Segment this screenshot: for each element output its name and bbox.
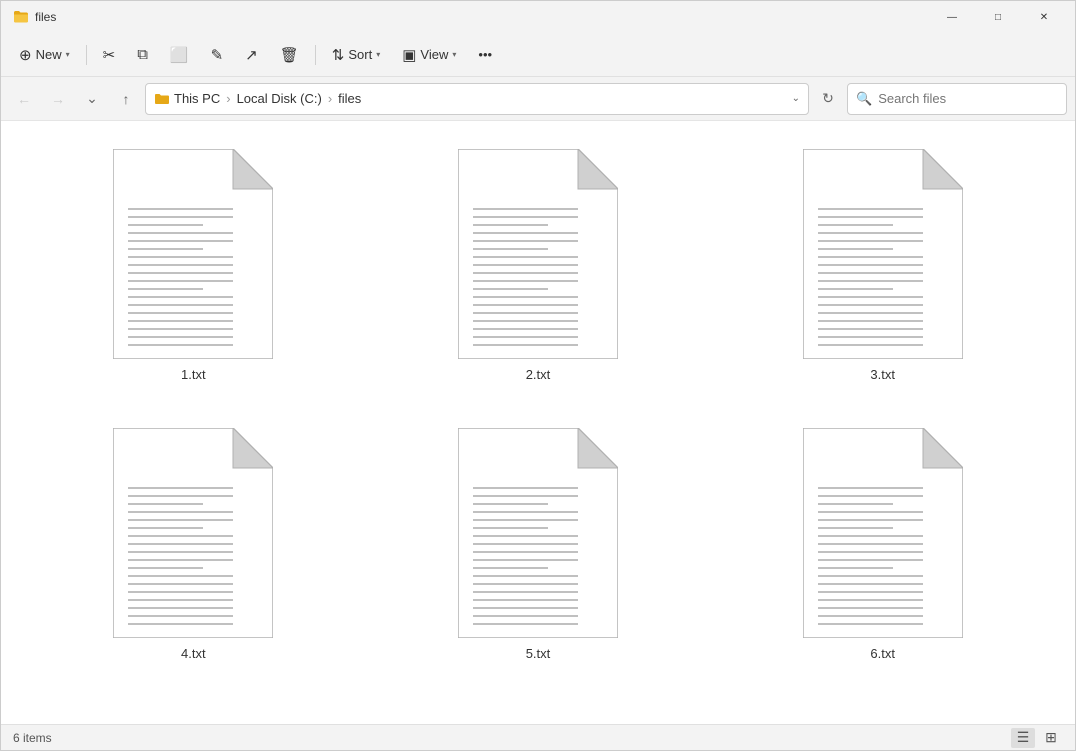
- addressbar: ← → ⌄ ↑ This PC › Local Disk (C:) › file…: [1, 77, 1075, 121]
- file-icon: [803, 149, 963, 359]
- maximize-button[interactable]: □: [975, 1, 1021, 33]
- address-box[interactable]: This PC › Local Disk (C:) › files ⌄: [145, 83, 809, 115]
- items-count: 6 items: [13, 731, 52, 745]
- paste-button[interactable]: ⬜: [160, 39, 199, 71]
- search-icon: 🔍: [856, 91, 872, 107]
- sort-chevron-icon: ▾: [376, 50, 380, 59]
- plus-icon: ⊕: [19, 46, 32, 64]
- file-label: 4.txt: [181, 646, 206, 661]
- breadcrumb-folder-icon: [154, 91, 170, 107]
- list-view-icon: ☰: [1017, 729, 1030, 746]
- file-icon: [458, 428, 618, 638]
- file-item[interactable]: 1.txt: [105, 141, 281, 390]
- breadcrumb-thispc: This PC: [174, 91, 220, 106]
- more-button[interactable]: •••: [468, 39, 502, 71]
- more-icon: •••: [478, 47, 492, 62]
- file-item[interactable]: 4.txt: [105, 420, 281, 669]
- file-item[interactable]: 6.txt: [795, 420, 971, 669]
- file-icon: [113, 149, 273, 359]
- file-label: 3.txt: [870, 367, 895, 382]
- toolbar-separator-1: [86, 45, 87, 65]
- grid-view-icon: ⊞: [1045, 729, 1057, 746]
- dropdown-button[interactable]: ⌄: [77, 84, 107, 114]
- grid-view-button[interactable]: ⊞: [1039, 728, 1063, 748]
- file-item[interactable]: 5.txt: [450, 420, 626, 669]
- window-title: files: [35, 10, 56, 24]
- address-chevron-icon: ⌄: [792, 93, 800, 104]
- titlebar-controls: — □ ✕: [929, 1, 1067, 33]
- up-button[interactable]: ↑: [111, 84, 141, 114]
- sort-label: Sort: [348, 47, 372, 62]
- copy-button[interactable]: ⧉: [127, 39, 158, 71]
- files-grid: 1.txt 2.txt 3.txt 4.txt: [31, 141, 1045, 669]
- cut-icon: ✂: [103, 46, 116, 64]
- toolbar-separator-2: [315, 45, 316, 65]
- file-icon: [113, 428, 273, 638]
- file-item[interactable]: 3.txt: [795, 141, 971, 390]
- file-icon: [458, 149, 618, 359]
- share-icon: ↗: [245, 46, 258, 64]
- share-button[interactable]: ↗: [235, 39, 268, 71]
- rename-icon: ✎: [211, 46, 224, 64]
- delete-button[interactable]: 🗑: [270, 39, 309, 71]
- titlebar-left: files: [13, 9, 56, 25]
- forward-button[interactable]: →: [43, 84, 73, 114]
- file-label: 5.txt: [526, 646, 551, 661]
- refresh-button[interactable]: ↻: [813, 84, 843, 114]
- sort-button[interactable]: ⇅ Sort ▾: [322, 39, 390, 71]
- new-button[interactable]: ⊕ New ▾: [9, 39, 80, 71]
- breadcrumb-sep-2: ›: [328, 91, 332, 106]
- breadcrumb-files: files: [338, 91, 361, 106]
- file-icon: [803, 428, 963, 638]
- delete-icon: 🗑: [280, 46, 299, 64]
- new-chevron-icon: ▾: [66, 50, 70, 59]
- file-label: 1.txt: [181, 367, 206, 382]
- breadcrumb-sep-1: ›: [226, 91, 230, 106]
- statusbar: 6 items ☰ ⊞: [1, 724, 1075, 750]
- toolbar: ⊕ New ▾ ✂ ⧉ ⬜ ✎ ↗ 🗑 ⇅ Sort ▾ ▣ View ▾ ••…: [1, 33, 1075, 77]
- new-label: New: [36, 47, 62, 62]
- copy-icon: ⧉: [137, 46, 148, 63]
- cut-button[interactable]: ✂: [93, 39, 126, 71]
- folder-icon: [13, 9, 29, 25]
- file-item[interactable]: 2.txt: [450, 141, 626, 390]
- rename-button[interactable]: ✎: [201, 39, 234, 71]
- statusbar-views: ☰ ⊞: [1011, 728, 1063, 748]
- search-input[interactable]: [878, 91, 1058, 106]
- view-chevron-icon: ▾: [452, 50, 456, 59]
- close-button[interactable]: ✕: [1021, 1, 1067, 33]
- list-view-button[interactable]: ☰: [1011, 728, 1035, 748]
- sort-icon: ⇅: [332, 46, 345, 64]
- view-label: View: [420, 47, 448, 62]
- minimize-button[interactable]: —: [929, 1, 975, 33]
- file-label: 2.txt: [526, 367, 551, 382]
- titlebar: files — □ ✕: [1, 1, 1075, 33]
- search-box[interactable]: 🔍: [847, 83, 1067, 115]
- back-button[interactable]: ←: [9, 84, 39, 114]
- breadcrumb-localdisk: Local Disk (C:): [237, 91, 322, 106]
- view-icon: ▣: [402, 46, 416, 64]
- paste-icon: ⬜: [170, 46, 189, 64]
- file-label: 6.txt: [870, 646, 895, 661]
- content-area: 1.txt 2.txt 3.txt 4.txt: [1, 121, 1075, 724]
- view-button[interactable]: ▣ View ▾: [392, 39, 466, 71]
